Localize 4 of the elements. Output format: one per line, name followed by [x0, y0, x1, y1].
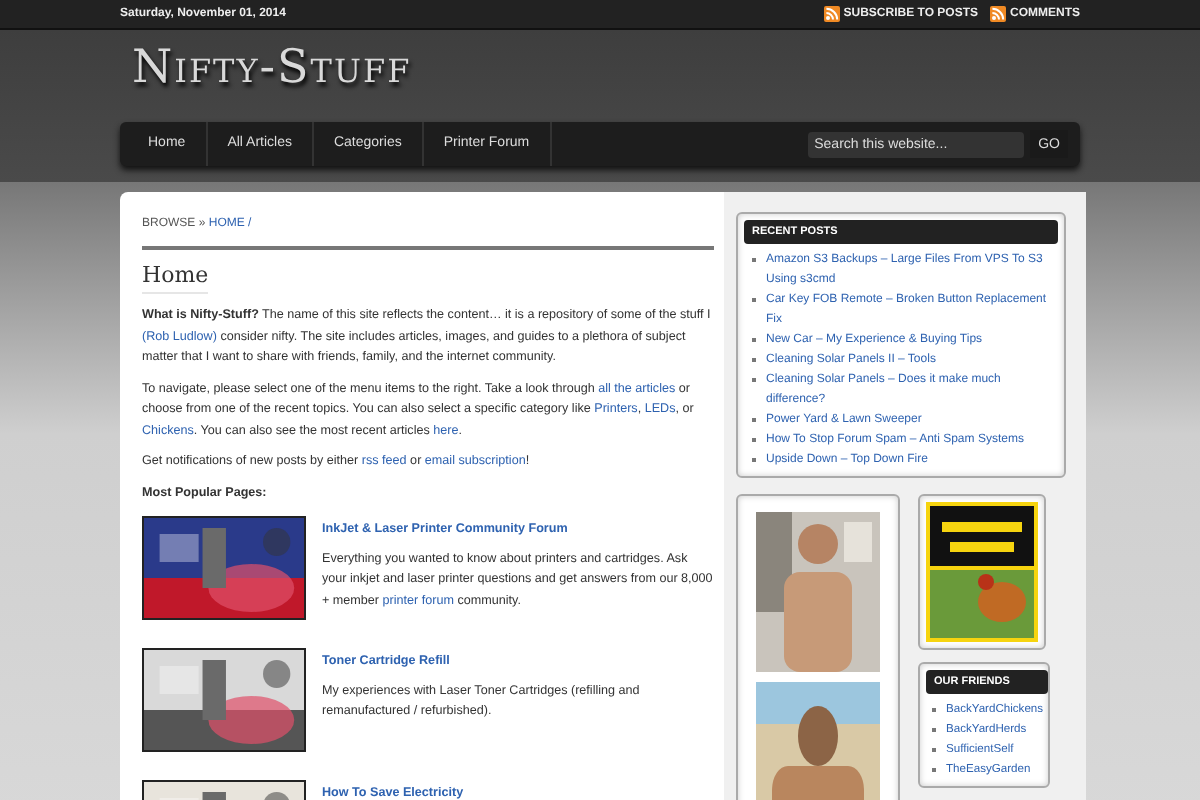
rss-icon: [823, 6, 840, 22]
site-logo[interactable]: Nifty-Stuff: [120, 30, 412, 122]
rss-icon: [990, 6, 1006, 22]
page-title: Home: [142, 265, 209, 294]
